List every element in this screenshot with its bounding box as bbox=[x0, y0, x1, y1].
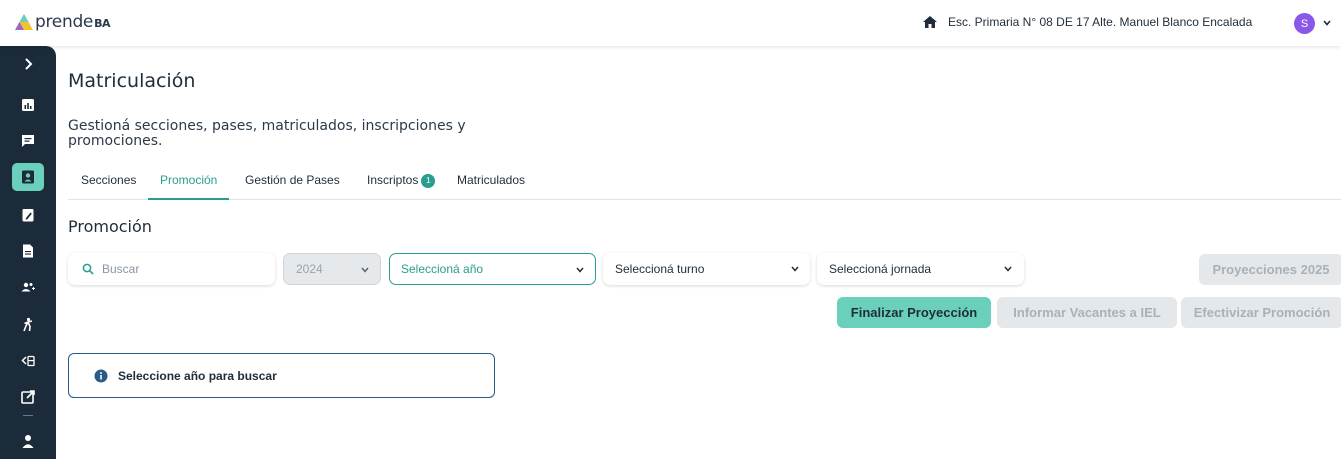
sidebar-item-personal[interactable] bbox=[12, 273, 44, 301]
informar-vacantes-button[interactable]: Informar Vacantes a IEL bbox=[997, 297, 1177, 328]
chevron-down-icon bbox=[1004, 266, 1012, 272]
chevron-right-icon bbox=[25, 58, 33, 70]
sidebar-item-matriculacion[interactable] bbox=[12, 163, 44, 191]
page-title: Matriculación bbox=[68, 70, 196, 92]
proyecciones-button[interactable]: Proyecciones 2025 bbox=[1199, 254, 1341, 285]
avatar-initial: S bbox=[1300, 17, 1309, 30]
chevron-down-icon bbox=[576, 267, 584, 273]
tab-secciones[interactable]: Secciones bbox=[81, 173, 136, 200]
tab-promocion-label: Promoción bbox=[160, 173, 218, 187]
home-icon bbox=[923, 16, 937, 28]
people-icon bbox=[21, 282, 35, 292]
turno-placeholder: Seleccioná turno bbox=[615, 262, 705, 276]
bar-chart-icon bbox=[22, 99, 34, 111]
tab-gestion-pases[interactable]: Gestión de Pases bbox=[245, 173, 340, 200]
tab-matriculados-label: Matriculados bbox=[457, 173, 526, 187]
info-icon bbox=[94, 369, 108, 382]
transfer-icon bbox=[21, 355, 35, 367]
sidebar-item-alumnos[interactable] bbox=[12, 311, 44, 339]
sidebar-expand-button[interactable] bbox=[12, 50, 44, 78]
page-description: Gestioná secciones, pases, matriculados,… bbox=[68, 118, 466, 149]
chevron-down-icon bbox=[791, 266, 799, 272]
user-icon bbox=[22, 435, 34, 448]
logo-text: prende bbox=[35, 12, 94, 32]
jornada-placeholder: Seleccioná jornada bbox=[829, 262, 932, 276]
jornada-select[interactable]: Seleccioná jornada bbox=[817, 253, 1024, 285]
sidebar-item-evaluaciones[interactable] bbox=[12, 201, 44, 229]
anio-select[interactable]: Seleccioná año bbox=[389, 253, 596, 285]
sidebar-item-dashboard[interactable] bbox=[12, 91, 44, 119]
external-link-icon bbox=[21, 390, 35, 404]
school-name: Esc. Primaria N° 08 DE 17 Alte. Manuel B… bbox=[948, 15, 1253, 29]
year-value: 2024 bbox=[296, 262, 323, 276]
app-logo[interactable]: prende BA bbox=[14, 10, 110, 34]
tab-inscriptos-label: Inscriptos bbox=[367, 173, 419, 187]
tab-gestion-pases-label: Gestión de Pases bbox=[245, 173, 340, 187]
chevron-down-icon bbox=[361, 267, 369, 273]
sidebar-item-messages[interactable] bbox=[12, 127, 44, 155]
sidebar-item-profile[interactable] bbox=[12, 427, 44, 455]
info-alert: Seleccione año para buscar bbox=[68, 353, 495, 398]
chat-icon bbox=[22, 135, 34, 147]
sidebar bbox=[0, 46, 56, 459]
inscriptos-count-badge: 1 bbox=[421, 174, 436, 188]
document-icon bbox=[23, 244, 33, 258]
tab-matriculados[interactable]: Matriculados bbox=[457, 173, 525, 200]
turno-select[interactable]: Seleccioná turno bbox=[603, 253, 810, 285]
logo-suffix: BA bbox=[94, 16, 110, 30]
info-message: Seleccione año para buscar bbox=[118, 368, 277, 383]
finalizar-proyeccion-button[interactable]: Finalizar Proyección bbox=[837, 297, 991, 328]
search-placeholder: Buscar bbox=[102, 262, 140, 276]
sidebar-item-documentos[interactable] bbox=[12, 237, 44, 265]
sidebar-item-external[interactable] bbox=[12, 383, 44, 411]
section-title: Promoción bbox=[68, 217, 152, 236]
tab-bar: Secciones Promoción Gestión de Pases Ins… bbox=[68, 167, 1341, 200]
tab-secciones-label: Secciones bbox=[81, 173, 137, 187]
search-input[interactable]: Buscar bbox=[68, 253, 275, 285]
school-selector[interactable]: Esc. Primaria N° 08 DE 17 Alte. Manuel B… bbox=[922, 14, 1252, 30]
search-icon bbox=[82, 263, 94, 275]
sidebar-item-pases[interactable] bbox=[12, 347, 44, 375]
clipboard-edit-icon bbox=[22, 209, 34, 222]
id-badge-icon bbox=[22, 170, 34, 184]
tab-promocion[interactable]: Promoción bbox=[148, 173, 230, 200]
top-bar: prende BA Esc. Primaria N° 08 DE 17 Alte… bbox=[0, 0, 1341, 46]
person-walk-icon bbox=[23, 317, 33, 332]
chevron-down-icon[interactable] bbox=[1322, 18, 1332, 28]
tab-inscriptos[interactable]: Inscriptos 1 bbox=[367, 173, 436, 200]
avatar[interactable]: S bbox=[1294, 13, 1315, 34]
anio-placeholder: Seleccioná año bbox=[401, 262, 484, 276]
sidebar-divider bbox=[23, 415, 33, 416]
efectivizar-promocion-button[interactable]: Efectivizar Promoción bbox=[1181, 297, 1341, 328]
year-select[interactable]: 2024 bbox=[283, 253, 381, 285]
logo-mark-icon bbox=[14, 13, 34, 31]
